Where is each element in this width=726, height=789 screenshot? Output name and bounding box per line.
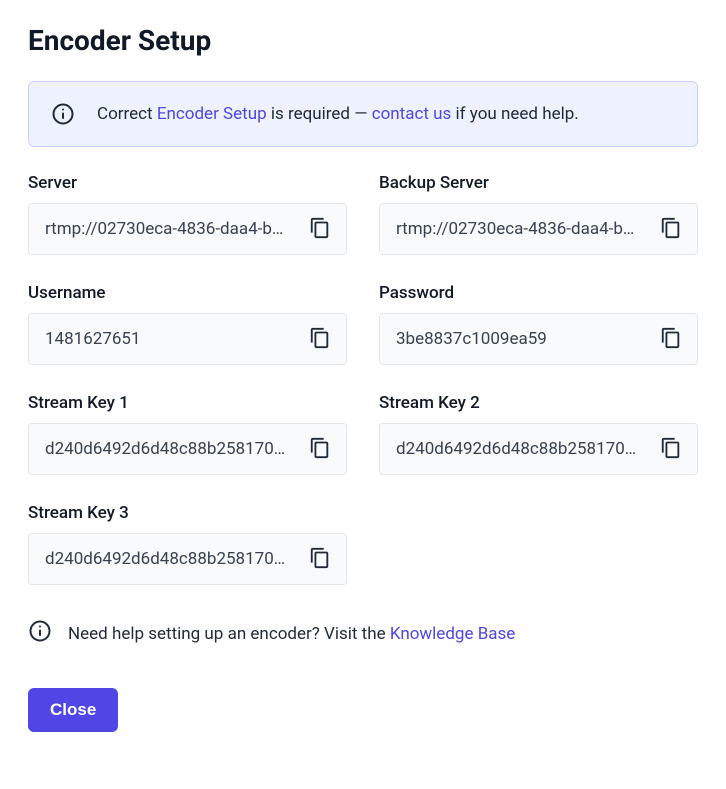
copy-icon [309,217,331,242]
copy-password-button[interactable] [657,325,685,353]
field-box: 1481627651 [28,313,347,365]
copy-stream-key-2-button[interactable] [657,435,685,463]
page-title: Encoder Setup [28,24,698,57]
copy-backup-server-button[interactable] [657,215,685,243]
help-text: Need help setting up an encoder? Visit t… [68,624,515,644]
field-label: Stream Key 3 [28,503,347,523]
copy-icon [309,437,331,462]
field-label: Stream Key 1 [28,393,347,413]
field-label: Password [379,283,698,303]
stream-key-3-value: d240d6492d6d48c88b258170… [45,549,298,569]
field-box: 3be8837c1009ea59 [379,313,698,365]
info-icon [51,102,75,126]
field-server: Server rtmp://02730eca-4836-daa4-b… [28,173,347,255]
field-username: Username 1481627651 [28,283,347,365]
fields-grid: Server rtmp://02730eca-4836-daa4-b… Back… [28,173,698,585]
contact-us-link[interactable]: contact us [372,104,452,124]
server-value: rtmp://02730eca-4836-daa4-b… [45,219,298,239]
alert-text: Correct Encoder Setup is required — cont… [97,104,579,124]
encoder-setup-dialog: Encoder Setup Correct Encoder Setup is r… [0,0,726,764]
knowledge-base-link[interactable]: Knowledge Base [390,624,515,644]
info-icon [28,619,52,648]
copy-stream-key-1-button[interactable] [306,435,334,463]
copy-username-button[interactable] [306,325,334,353]
field-label: Stream Key 2 [379,393,698,413]
field-box: d240d6492d6d48c88b258170… [28,423,347,475]
copy-icon [309,327,331,352]
copy-icon [660,217,682,242]
field-stream-key-3: Stream Key 3 d240d6492d6d48c88b258170… [28,503,347,585]
password-value: 3be8837c1009ea59 [396,329,649,349]
field-label: Backup Server [379,173,698,193]
field-stream-key-2: Stream Key 2 d240d6492d6d48c88b258170… [379,393,698,475]
copy-icon [660,437,682,462]
close-button[interactable]: Close [28,688,118,732]
field-box: rtmp://02730eca-4836-daa4-b… [379,203,698,255]
field-box: d240d6492d6d48c88b258170… [379,423,698,475]
setup-required-alert: Correct Encoder Setup is required — cont… [28,81,698,147]
field-label: Username [28,283,347,303]
copy-icon [660,327,682,352]
field-backup-server: Backup Server rtmp://02730eca-4836-daa4-… [379,173,698,255]
field-box: rtmp://02730eca-4836-daa4-b… [28,203,347,255]
copy-server-button[interactable] [306,215,334,243]
field-box: d240d6492d6d48c88b258170… [28,533,347,585]
field-label: Server [28,173,347,193]
encoder-setup-link[interactable]: Encoder Setup [157,104,267,124]
copy-icon [309,547,331,572]
help-row: Need help setting up an encoder? Visit t… [28,619,698,648]
stream-key-1-value: d240d6492d6d48c88b258170… [45,439,298,459]
field-password: Password 3be8837c1009ea59 [379,283,698,365]
field-stream-key-1: Stream Key 1 d240d6492d6d48c88b258170… [28,393,347,475]
username-value: 1481627651 [45,329,298,349]
backup-server-value: rtmp://02730eca-4836-daa4-b… [396,219,649,239]
copy-stream-key-3-button[interactable] [306,545,334,573]
stream-key-2-value: d240d6492d6d48c88b258170… [396,439,649,459]
